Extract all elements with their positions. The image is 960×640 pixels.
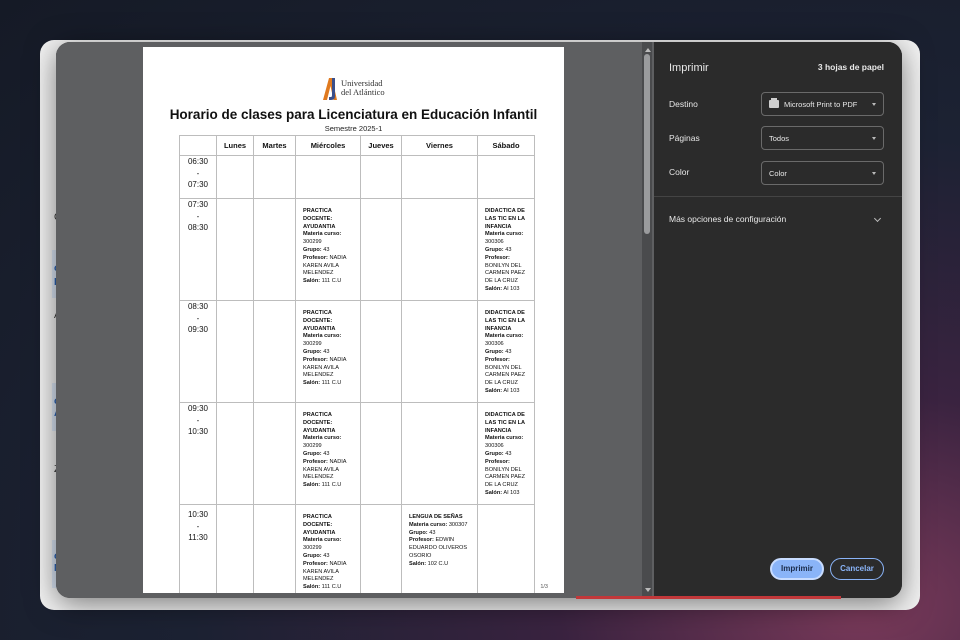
- preview-page: Universidad del Atlántico Horario de cla…: [143, 47, 564, 593]
- sheet-count: 3 hojas de papel: [817, 62, 884, 72]
- table-row: 07:30-08:30 PRACTICA DOCENTE: AYUDANTIA …: [179, 198, 535, 301]
- table-row: 09:30-10:30 PRACTICA DOCENTE: AYUDANTIA …: [179, 402, 535, 505]
- class-cell: DIDACTICA DE LAS TIC EN LA INFANCIA Mate…: [477, 300, 535, 403]
- table-header-row: Lunes Martes Miércoles Jueves Viernes Sá…: [179, 135, 535, 156]
- chevron-down-icon[interactable]: [873, 214, 882, 223]
- empty-cell: [477, 504, 535, 593]
- empty-cell: [360, 402, 402, 505]
- course-name: LENGUA DE SEÑAS: [409, 514, 463, 520]
- empty-cell: [360, 300, 402, 403]
- empty-cell: [253, 504, 296, 593]
- printer-icon: [769, 98, 779, 108]
- print-button[interactable]: Imprimir: [770, 558, 824, 580]
- destination-select[interactable]: Microsoft Print to PDF: [761, 92, 884, 116]
- class-cell: PRACTICA DOCENTE: AYUDANTIA Materia curs…: [295, 402, 361, 505]
- print-preview-area[interactable]: Universidad del Atlántico Horario de cla…: [56, 42, 654, 598]
- university-logo: Universidad del Atlántico: [321, 76, 391, 104]
- page-number: 1/3: [540, 584, 548, 590]
- column-header: Martes: [253, 135, 296, 156]
- time-slot: 06:30-07:30: [179, 155, 217, 199]
- empty-cell: [216, 504, 254, 593]
- class-cell: DIDACTICA DE LAS TIC EN LA INFANCIA Mate…: [477, 402, 535, 505]
- print-dialog: Universidad del Atlántico Horario de cla…: [56, 42, 902, 598]
- more-settings-toggle[interactable]: Más opciones de configuración: [669, 214, 786, 224]
- university-logo-mark: [323, 78, 337, 100]
- time-slot: 10:30-11:30: [179, 504, 217, 593]
- empty-cell: [216, 402, 254, 505]
- scroll-down-arrow-icon[interactable]: [645, 588, 651, 592]
- column-header: Lunes: [216, 135, 254, 156]
- schedule-title: Horario de clases para Licenciatura en E…: [169, 107, 538, 122]
- time-slot: 07:30-08:30: [179, 198, 217, 301]
- column-header: Miércoles: [295, 135, 361, 156]
- class-cell: PRACTICA DOCENTE: AYUDANTIA Materia curs…: [295, 198, 361, 301]
- table-row: 08:30-09:30 PRACTICA DOCENTE: AYUDANTIA …: [179, 300, 535, 403]
- pages-select[interactable]: Todos: [761, 126, 884, 150]
- color-label: Color: [669, 167, 690, 177]
- column-header: Jueves: [360, 135, 402, 156]
- schedule-table: Lunes Martes Miércoles Jueves Viernes Sá…: [179, 135, 535, 593]
- cancel-button[interactable]: Cancelar: [830, 558, 884, 580]
- class-cell: PRACTICA DOCENTE: AYUDANTIA Materia curs…: [295, 504, 361, 593]
- dropdown-arrow-icon: [872, 172, 876, 175]
- column-header: Viernes: [401, 135, 478, 156]
- empty-cell: [477, 155, 535, 199]
- course-name: DIDACTICA DE LAS TIC EN LA INFANCIA: [485, 310, 525, 332]
- pages-label: Páginas: [669, 133, 700, 143]
- empty-cell: [360, 198, 402, 301]
- print-title: Imprimir: [669, 62, 709, 74]
- column-header: Sábado: [477, 135, 535, 156]
- print-settings-panel: Imprimir 3 hojas de papel Destino Micros…: [654, 42, 902, 598]
- course-name: DIDACTICA DE LAS TIC EN LA INFANCIA: [485, 412, 525, 434]
- table-row: 06:30-07:30: [179, 155, 535, 199]
- empty-cell: [216, 155, 254, 199]
- scrollbar-thumb[interactable]: [644, 54, 650, 234]
- course-name: DIDACTICA DE LAS TIC EN LA INFANCIA: [485, 208, 525, 230]
- settings-divider: [654, 196, 902, 197]
- time-slot: 09:30-10:30: [179, 402, 217, 505]
- scroll-up-arrow-icon[interactable]: [645, 48, 651, 52]
- course-name: PRACTICA DOCENTE: AYUDANTIA: [303, 514, 336, 536]
- university-logo-text: Universidad del Atlántico: [341, 78, 385, 97]
- empty-cell: [401, 300, 478, 403]
- dropdown-arrow-icon: [872, 103, 876, 106]
- empty-cell: [401, 198, 478, 301]
- class-cell: LENGUA DE SEÑAS Materia curso: 300307 Gr…: [401, 504, 478, 593]
- class-cell: PRACTICA DOCENTE: AYUDANTIA Materia curs…: [295, 300, 361, 403]
- empty-cell: [253, 300, 296, 403]
- table-row: 10:30-11:30 PRACTICA DOCENTE: AYUDANTIA …: [179, 504, 535, 593]
- dropdown-arrow-icon: [872, 137, 876, 140]
- semester-label: Semestre 2025-1: [324, 124, 383, 133]
- destination-value: Microsoft Print to PDF: [784, 100, 858, 109]
- empty-cell: [253, 198, 296, 301]
- empty-cell: [295, 155, 361, 199]
- empty-cell: [401, 402, 478, 505]
- empty-cell: [360, 504, 402, 593]
- course-name: PRACTICA DOCENTE: AYUDANTIA: [303, 310, 336, 332]
- column-header: [179, 135, 217, 156]
- empty-cell: [401, 155, 478, 199]
- empty-cell: [216, 198, 254, 301]
- color-value: Color: [769, 169, 787, 178]
- course-name: PRACTICA DOCENTE: AYUDANTIA: [303, 412, 336, 434]
- course-name: PRACTICA DOCENTE: AYUDANTIA: [303, 208, 336, 230]
- empty-cell: [253, 402, 296, 505]
- background-accent-bar: [576, 596, 841, 599]
- empty-cell: [216, 300, 254, 403]
- time-slot: 08:30-09:30: [179, 300, 217, 403]
- pages-value: Todos: [769, 134, 790, 143]
- empty-cell: [360, 155, 402, 199]
- empty-cell: [253, 155, 296, 199]
- color-select[interactable]: Color: [761, 161, 884, 185]
- class-cell: DIDACTICA DE LAS TIC EN LA INFANCIA Mate…: [477, 198, 535, 301]
- destination-label: Destino: [669, 99, 698, 109]
